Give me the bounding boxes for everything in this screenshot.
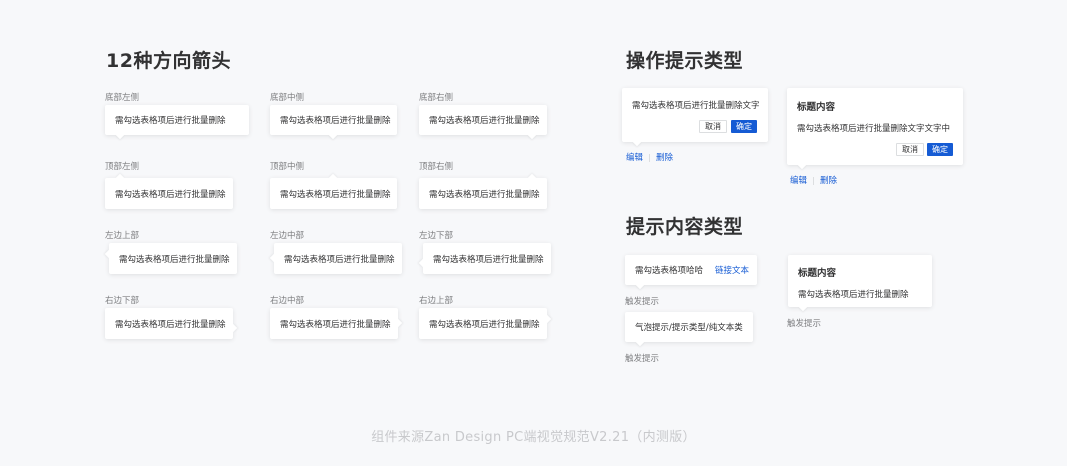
trigger-label[interactable]: 触发提示 <box>787 317 821 329</box>
tooltip-left-middle: 需勾选表格项后进行批量删除 <box>269 243 402 274</box>
tooltip-arrow <box>228 323 238 333</box>
tooltip-text: 需勾选表格项后进行批量删除 <box>429 189 540 200</box>
caption: 底部左侧 <box>105 93 140 103</box>
tooltip-text: 需勾选表格项后进行批量删除 <box>280 319 391 330</box>
tooltip-arrow <box>635 280 645 290</box>
popconfirm-title: 标题内容 <box>797 102 836 113</box>
tooltip-arrow <box>527 130 537 140</box>
tooltip-text: 需勾选表格项哈哈 <box>635 266 704 276</box>
tooltip-arrow <box>269 253 279 263</box>
tooltip-text: 需勾选表格项后进行批量删除 <box>115 116 226 126</box>
trigger-label[interactable]: 触发提示 <box>625 352 659 364</box>
tooltip-right-middle: 需勾选表格项后进行批量删除 <box>270 308 403 339</box>
caption: 左边下部 <box>419 231 454 241</box>
tooltip-bottom-right: 需勾选表格项后进行批量删除 <box>419 105 547 140</box>
tooltip-bottom-left: 需勾选表格项后进行批量删除 <box>105 105 249 140</box>
tooltip-arrow <box>104 249 114 259</box>
caption: 左边中部 <box>270 231 305 241</box>
tooltip-text: 需勾选表格项后进行批量删除 <box>798 290 909 300</box>
divider <box>649 153 651 162</box>
caption: 右边中部 <box>270 296 305 306</box>
edit-link[interactable]: 编辑 <box>626 153 643 163</box>
tooltip-arrow <box>798 302 808 312</box>
tooltip-arrow <box>328 130 338 140</box>
tooltip-text: 需勾选表格项后进行批量删除 <box>429 319 540 330</box>
edit-link[interactable]: 编辑 <box>790 176 807 186</box>
tooltip-text: 需勾选表格项后进行批量删除 <box>284 254 395 265</box>
tooltip-right-bottom: 需勾选表格项后进行批量删除 <box>105 308 238 339</box>
tooltip-arrow <box>115 130 125 140</box>
confirm-button[interactable]: 确定 <box>927 143 953 156</box>
tooltip-text: 需勾选表格项后进行批量删除 <box>429 116 540 126</box>
tooltip-top-left: 需勾选表格项后进行批量删除 <box>105 173 233 209</box>
tooltip-top-center: 需勾选表格项后进行批量删除 <box>270 173 397 209</box>
popconfirm-text: 需勾选表格项后进行批量删除文字文字中 <box>797 124 951 134</box>
tooltip-arrow <box>418 258 428 268</box>
tooltip-arrow <box>797 160 807 170</box>
tooltip-bottom-center: 需勾选表格项后进行批量删除 <box>270 105 397 140</box>
tooltip-arrow <box>635 337 645 347</box>
section-title-content: 提示内容类型 <box>626 216 744 238</box>
tooltip-arrow <box>328 173 338 183</box>
caption: 底部右侧 <box>419 93 454 103</box>
tooltip-left-top: 需勾选表格项后进行批量删除 <box>104 243 237 274</box>
tooltip-top-right: 需勾选表格项后进行批量删除 <box>419 173 547 209</box>
tooltip-left-bottom: 需勾选表格项后进行批量删除 <box>418 243 551 274</box>
caption: 底部中侧 <box>270 93 305 103</box>
popconfirm-text: 需勾选表格项后进行批量删除文字 <box>632 101 760 111</box>
tooltip-text: 需勾选表格项后进行批量删除 <box>119 254 230 265</box>
delete-link[interactable]: 删除 <box>820 176 837 186</box>
tooltip-text: 需勾选表格项后进行批量删除 <box>280 189 391 200</box>
tooltip-right-top: 需勾选表格项后进行批量删除 <box>419 308 552 339</box>
popconfirm-with-title: 标题内容 需勾选表格项后进行批量删除文字文字中 取消 确定 <box>787 88 963 170</box>
section-title-arrows: 12种方向箭头 <box>106 50 231 72</box>
popconfirm-simple: 需勾选表格项后进行批量删除文字 取消 确定 <box>622 88 768 147</box>
caption: 顶部左侧 <box>105 162 140 172</box>
tooltip-plain-text: 气泡提示/提示类型/纯文本类 <box>625 312 753 347</box>
confirm-button[interactable]: 确定 <box>731 120 757 133</box>
trigger-label[interactable]: 触发提示 <box>625 295 659 307</box>
tooltip-text: 需勾选表格项后进行批量删除 <box>115 319 226 330</box>
caption: 顶部右侧 <box>419 162 454 172</box>
tooltip-arrow <box>115 173 125 183</box>
section-title-action: 操作提示类型 <box>626 50 744 72</box>
tooltip-with-link: 需勾选表格项哈哈 链接文本 <box>625 255 757 290</box>
footer-credit: 组件来源Zan Design PC端视觉规范V2.21（内测版） <box>371 430 696 445</box>
tooltip-text: 需勾选表格项后进行批量删除 <box>433 254 544 265</box>
tooltip-text: 气泡提示/提示类型/纯文本类 <box>635 323 743 333</box>
tooltip-with-title: 标题内容 需勾选表格项后进行批量删除 <box>788 255 932 312</box>
delete-link[interactable]: 删除 <box>656 153 673 163</box>
tooltip-link[interactable]: 链接文本 <box>715 264 749 276</box>
tooltip-text: 需勾选表格项后进行批量删除 <box>115 189 226 200</box>
tooltip-text: 需勾选表格项后进行批量删除 <box>280 116 391 126</box>
divider <box>813 176 815 185</box>
caption: 顶部中侧 <box>270 162 305 172</box>
action-links: 编辑 删除 <box>626 151 673 163</box>
tooltip-arrow <box>393 318 403 328</box>
caption: 左边上部 <box>105 231 140 241</box>
tooltip-arrow <box>527 173 537 183</box>
cancel-button[interactable]: 取消 <box>699 120 727 133</box>
tooltip-title: 标题内容 <box>798 268 837 279</box>
tooltip-arrow <box>632 137 642 147</box>
action-links: 编辑 删除 <box>790 174 837 186</box>
cancel-button[interactable]: 取消 <box>896 143 924 156</box>
caption: 右边上部 <box>419 296 454 306</box>
caption: 右边下部 <box>105 296 140 306</box>
tooltip-arrow <box>542 314 552 324</box>
